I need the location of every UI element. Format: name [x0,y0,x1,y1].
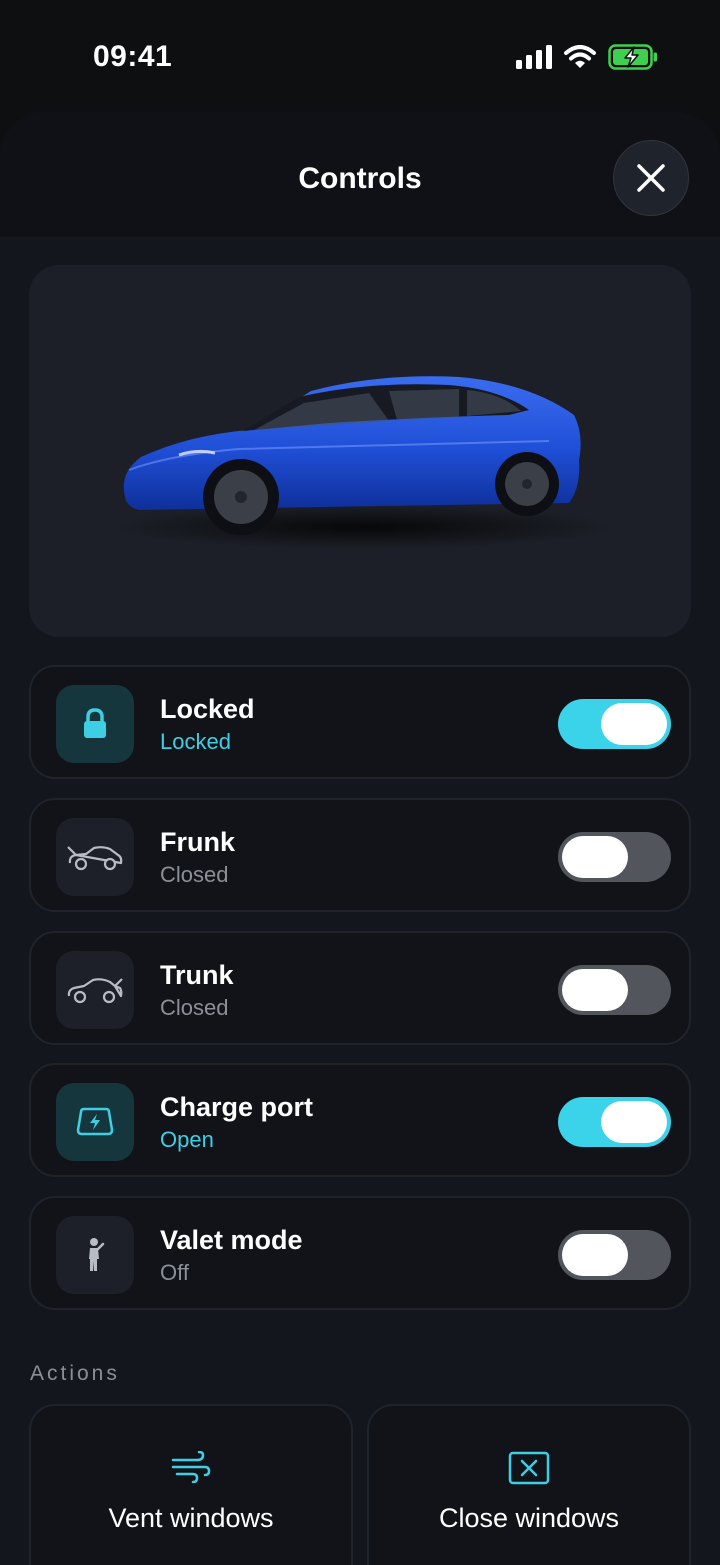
control-row-locked[interactable]: Locked Locked [29,665,691,779]
row-status: Locked [160,729,231,754]
car-image-card [29,265,691,637]
close-button[interactable] [613,140,689,216]
action-label: Close windows [438,1503,620,1533]
row-status: Closed [160,862,229,887]
row-icon-container [56,1216,134,1294]
control-row-valet-mode[interactable]: Valet mode Off [29,1196,691,1310]
action-icon-wrap [31,1451,351,1483]
action-icon-wrap [369,1451,689,1485]
toggle-knob [562,1234,628,1276]
row-icon-container [56,951,134,1029]
row-title: Locked [160,694,255,724]
battery-charging-icon [608,44,657,70]
charge-port-icon [76,1107,114,1136]
close-icon [637,164,665,192]
controls-sheet: Controls Locked Locked Frunk Closed Trun… [0,112,720,1565]
control-row-frunk[interactable]: Frunk Closed [29,798,691,912]
toggle-knob [562,969,628,1011]
sheet-header: Controls [0,112,720,237]
status-icons [516,44,658,70]
row-title: Charge port [160,1092,314,1122]
trunk-icon [67,978,123,1004]
status-time: 09:41 [93,40,173,73]
row-title: Valet mode [160,1225,303,1255]
row-title: Trunk [160,960,234,990]
row-status: Open [160,1127,214,1152]
charge-port-toggle[interactable] [558,1097,671,1147]
signal-icon [516,45,552,69]
toggle-knob [562,836,628,878]
control-row-charge-port[interactable]: Charge port Open [29,1063,691,1177]
status-bar: 09:41 [0,0,720,110]
trunk-toggle[interactable] [558,965,671,1015]
wind-icon [171,1451,211,1483]
frunk-icon [67,846,123,871]
valet-person-icon [89,1238,105,1271]
wifi-icon [564,45,596,68]
row-icon-container [56,685,134,763]
row-title: Frunk [160,827,236,857]
car-illustration [114,376,614,549]
vent-windows-button[interactable]: Vent windows [29,1404,353,1565]
row-status: Off [160,1260,189,1285]
control-row-trunk[interactable]: Trunk Closed [29,931,691,1045]
page-title: Controls [298,162,422,195]
frunk-toggle[interactable] [558,832,671,882]
row-icon-container [56,818,134,896]
actions-section-label: Actions [30,1362,120,1385]
close-window-icon [508,1451,550,1485]
close-windows-button[interactable]: Close windows [367,1404,691,1565]
toggle-knob [601,1101,667,1143]
valet-mode-toggle[interactable] [558,1230,671,1280]
row-icon-container [56,1083,134,1161]
toggle-knob [601,703,667,745]
lock-icon [84,708,106,738]
action-label: Vent windows [108,1503,274,1533]
lock-toggle[interactable] [558,699,671,749]
row-status: Closed [160,995,229,1020]
